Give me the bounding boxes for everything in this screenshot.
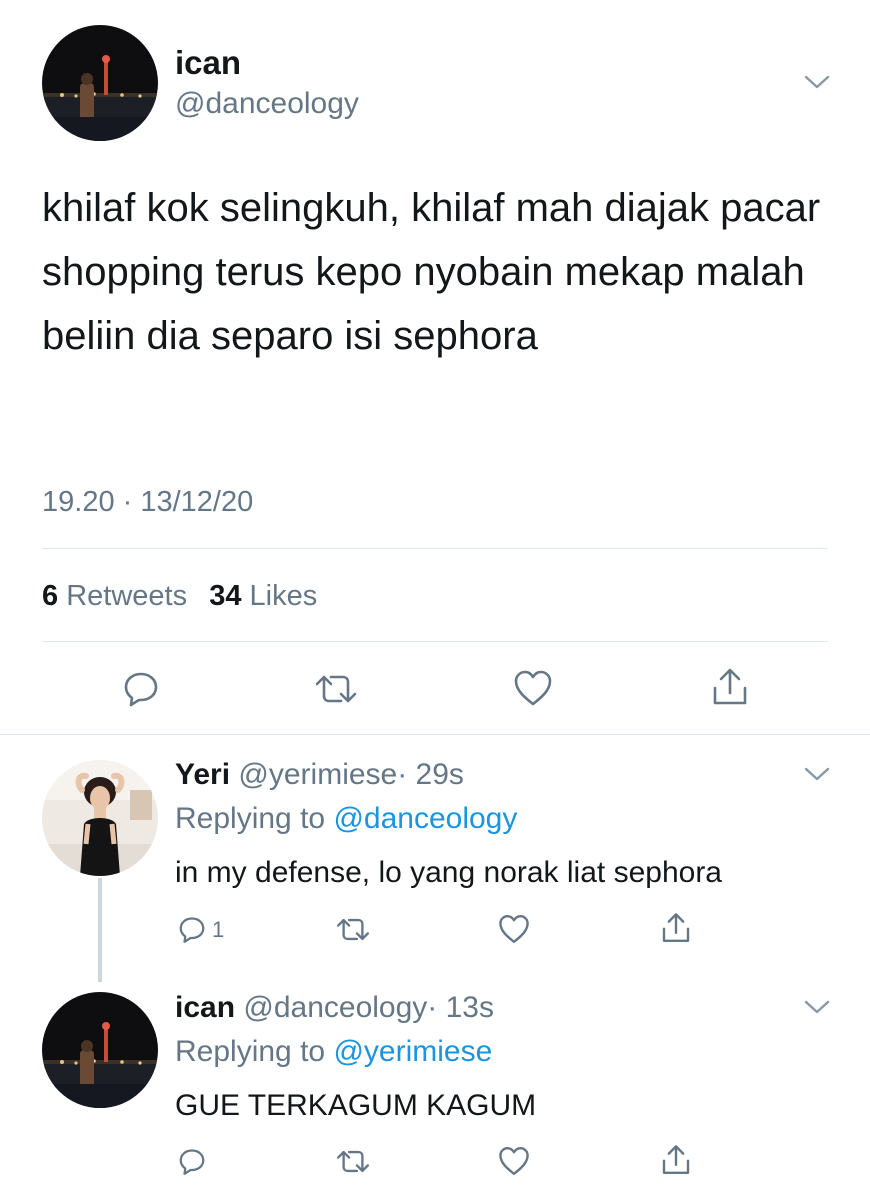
retweet-button[interactable] [335,1148,371,1175]
tweet-text: khilaf kok selingkuh, khilaf mah diajak … [42,186,821,358]
like-button[interactable] [512,668,554,708]
likes-label[interactable]: Likes [250,580,318,612]
share-icon [662,1145,690,1174]
reply-button[interactable] [177,1146,207,1176]
reply-text: GUE TERKAGUM KAGUM [175,1089,537,1122]
reply-icon [179,917,205,943]
avatar[interactable] [42,760,158,876]
reply-handle[interactable]: @danceology [243,991,427,1024]
retweets-label[interactable]: Retweets [66,580,187,612]
share-icon [713,668,747,705]
reply-handle[interactable]: @yerimiese [238,758,397,791]
reply-display-name[interactable]: Yeri [175,758,230,791]
reply-button[interactable] [177,914,207,944]
chevron-down-icon [804,75,830,89]
reply-header: Yeri @yerimiese· 29s [175,757,464,793]
thread-line [98,878,102,982]
reply-icon [124,672,158,707]
reply-count: 1 [212,917,225,942]
heart-icon [514,670,552,706]
likes-count[interactable]: 34 [209,580,241,612]
tweet-menu-button[interactable] [802,72,832,92]
reply-time[interactable]: · 29s [397,758,464,791]
retweet-button[interactable] [313,672,359,706]
main-handle[interactable]: @danceology [175,86,359,122]
tweet-menu-button[interactable] [802,764,832,784]
tweet-menu-button[interactable] [802,997,832,1017]
like-button[interactable] [497,913,531,945]
avatar-night-photo-icon [42,992,158,1108]
replying-to: Replying to @yerimiese [175,1034,492,1070]
reply-time[interactable]: · 13s [427,991,494,1024]
reply-header: ican @danceology· 13s [175,990,494,1026]
replying-to-label: Replying to [175,1035,326,1068]
retweets-count[interactable]: 6 [42,580,58,612]
replying-to-label: Replying to [175,802,326,835]
like-button[interactable] [497,1145,531,1177]
retweet-icon [336,1150,370,1173]
reply-icon [179,1149,205,1175]
replying-to-handle[interactable]: @yerimiese [333,1035,492,1068]
heart-icon [499,1147,529,1175]
share-button[interactable] [710,666,750,708]
divider [42,641,828,642]
chevron-down-icon [804,1000,830,1014]
retweet-button[interactable] [335,916,371,943]
replying-to-handle[interactable]: @danceology [333,802,517,835]
divider [42,548,828,549]
reply-button[interactable] [121,668,161,708]
avatar[interactable] [42,992,158,1108]
replying-to: Replying to @danceology [175,801,517,837]
share-icon [662,913,690,943]
share-button[interactable] [660,911,692,945]
avatar-woman-photo-icon [42,760,158,876]
divider [0,734,870,735]
tweet-timestamp[interactable]: 19.20 · 13/12/20 [42,484,253,520]
retweet-icon [336,918,370,941]
chevron-down-icon [804,767,830,781]
main-display-name[interactable]: ican [175,44,241,82]
retweet-icon [315,675,357,703]
reply-text: in my defense, lo yang norak liat sephor… [175,856,722,889]
avatar[interactable] [42,25,158,141]
avatar-night-photo-icon [42,25,158,141]
tweet-stats: 6 Retweets 34 Likes [42,578,317,614]
heart-icon [499,915,529,943]
share-button[interactable] [660,1143,692,1177]
reply-display-name[interactable]: ican [175,991,235,1024]
